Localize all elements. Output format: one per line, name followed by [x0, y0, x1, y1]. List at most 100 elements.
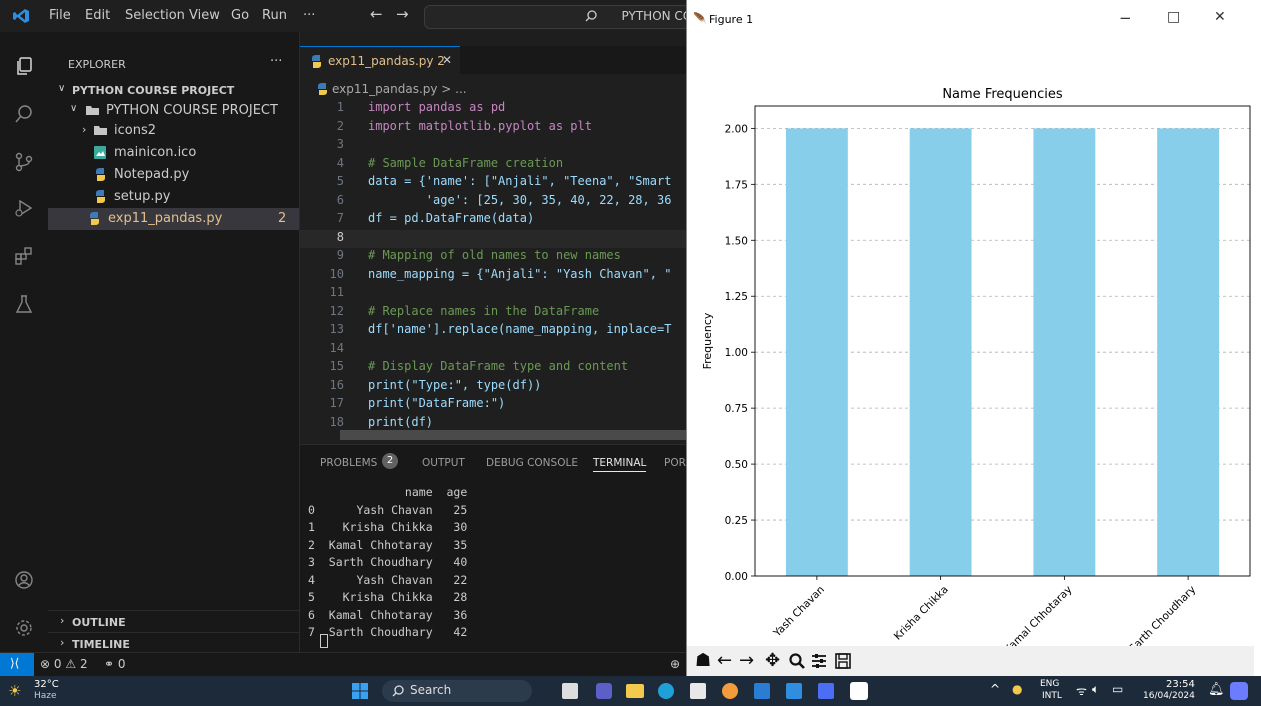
tab-terminal[interactable]: TERMINAL [593, 457, 647, 472]
tree-file-notepad[interactable]: Notepad.py [48, 164, 299, 186]
y-tick-label: 0.50 [725, 459, 748, 471]
chrome-icon[interactable] [722, 683, 738, 699]
tab-close-icon[interactable]: ✕ [442, 53, 452, 67]
home-icon[interactable]: ☗ [695, 650, 711, 671]
windows-start-icon[interactable] [352, 683, 368, 699]
accounts-icon[interactable] [14, 570, 34, 590]
command-center-search[interactable]: PYTHON COURS [424, 5, 726, 29]
volume-icon[interactable]: 🔈︎ [1092, 682, 1099, 697]
line-number: 17 [329, 396, 344, 410]
battery-icon[interactable]: ▭ [1112, 682, 1123, 696]
forward-icon[interactable]: → [739, 650, 754, 671]
edge-browser-icon[interactable] [658, 683, 674, 699]
code-text: # Mapping of old names to new names [368, 248, 621, 262]
wifi-icon[interactable]: ᯤ [1076, 682, 1087, 699]
code-text: # Sample DataFrame creation [368, 155, 564, 170]
code-line: 7 df = pd.DataFrame(data) [300, 211, 686, 230]
bar [785, 128, 848, 576]
weather-widget[interactable]: ☀ [8, 682, 30, 700]
line-number: 3 [336, 137, 344, 151]
chart-title: Name Frequencies [942, 87, 1063, 102]
horizontal-scrollbar[interactable] [340, 430, 686, 440]
extensions-icon[interactable] [14, 246, 34, 266]
tree-folder-icons2[interactable]: › icons2 [48, 120, 299, 142]
matplotlib-figure-window: 🪶 Figure 1 − □ ✕ Name Frequencies 0.00 0.2… [686, 0, 1261, 676]
forward-arrow-icon[interactable]: → [396, 5, 409, 23]
zoom-icon[interactable] [789, 653, 805, 669]
tab-ports[interactable]: POR [664, 457, 686, 469]
run-debug-icon[interactable] [14, 198, 34, 218]
code-line: 12 # Replace names in the DataFrame [300, 304, 686, 323]
tab-debug-console[interactable]: DEBUG CONSOLE [486, 457, 578, 469]
clock-date[interactable]: 16/04/2024 [1143, 691, 1195, 701]
python-file-icon [90, 212, 99, 225]
code-line: 11 [300, 285, 686, 304]
copilot-icon[interactable] [1230, 682, 1248, 700]
save-icon[interactable] [835, 653, 851, 669]
clock-time[interactable]: 23:54 [1166, 679, 1195, 690]
minimize-button[interactable]: − [1119, 9, 1132, 27]
language-layout[interactable]: INTL [1042, 691, 1062, 701]
word-icon[interactable] [754, 683, 770, 699]
task-view-icon[interactable] [562, 683, 578, 699]
problems-status[interactable]: ⊗ 0 ⚠ 2 [40, 657, 88, 671]
code-text: # Display DataFrame type and content [368, 359, 629, 373]
outline-section[interactable]: › OUTLINE [48, 610, 299, 633]
explorer-more-button[interactable]: ··· [270, 54, 282, 69]
bar [1033, 128, 1096, 576]
menu-edit[interactable]: Edit [85, 8, 110, 23]
zoom-icon[interactable]: ⊕ [670, 657, 680, 671]
store-icon[interactable] [690, 683, 706, 699]
menu-go[interactable]: Go [231, 8, 249, 23]
language-code[interactable]: ENG [1040, 679, 1059, 689]
tab-label: exp11_pandas.py 2 [328, 54, 445, 68]
pan-icon[interactable]: ✥ [765, 650, 780, 671]
search-icon[interactable] [14, 104, 34, 124]
menu-file[interactable]: File [49, 8, 71, 23]
teams-icon[interactable] [596, 683, 612, 699]
menu-more[interactable]: ··· [303, 8, 315, 23]
breadcrumb[interactable]: exp11_pandas.py > ... [332, 82, 467, 96]
maximize-button[interactable]: □ [1167, 9, 1180, 25]
weather-desc: Haze [34, 691, 57, 701]
close-button[interactable]: ✕ [1214, 9, 1226, 25]
vscode-taskbar-icon[interactable] [786, 683, 802, 699]
taskbar-search[interactable]: Search [382, 680, 532, 702]
explorer-files-icon[interactable] [14, 56, 34, 76]
settings-gear-icon[interactable] [14, 618, 34, 638]
ports-status[interactable]: ⚭ 0 [104, 657, 126, 671]
menu-selection[interactable]: Selection [125, 8, 185, 23]
code-editor[interactable]: exp11_pandas.py > ... 1 import pandas as … [300, 74, 686, 444]
bar-chart: Name Frequencies 0.00 0.25 0.50 0.75 1.00 1.25… [701, 87, 1251, 646]
workspace-root[interactable]: ∨ PYTHON COURSE PROJECT [48, 80, 299, 102]
chevron-up-icon[interactable]: ^ [990, 682, 1000, 696]
remote-indicator[interactable]: ⟩⟨ [0, 653, 34, 677]
terminal-line: 0 Yash Chavan 25 [308, 502, 468, 517]
tab-problems[interactable]: PROBLEMS [320, 457, 377, 469]
x-tick-label: Krisha Chikka [892, 584, 951, 643]
menu-run[interactable]: Run [262, 8, 287, 23]
menu-view[interactable]: View [189, 8, 220, 23]
source-control-icon[interactable] [14, 152, 34, 172]
testing-flask-icon[interactable] [14, 294, 34, 314]
tab-output[interactable]: OUTPUT [422, 457, 465, 469]
tray-app-icon[interactable]: ● [1012, 682, 1022, 696]
tab-exp11-pandas[interactable]: exp11_pandas.py 2 ✕ [300, 46, 460, 75]
code-text: print("Type:", type(df)) [368, 377, 542, 392]
back-icon[interactable]: ← [717, 650, 732, 671]
search-icon [392, 685, 404, 697]
matplotlib-taskbar-icon[interactable] [850, 682, 868, 700]
chevron-right-icon: › [60, 636, 65, 649]
notepad-icon[interactable] [818, 683, 834, 699]
tree-file-mainicon[interactable]: mainicon.ico [48, 142, 299, 164]
notification-bell-icon[interactable]: 🔔︎ [1208, 682, 1225, 697]
file-explorer-icon[interactable] [626, 684, 644, 698]
tree-file-exp11-pandas[interactable]: exp11_pandas.py 2 [48, 208, 299, 230]
figure-app-icon: 🪶 [693, 12, 707, 25]
back-arrow-icon[interactable]: ← [370, 5, 383, 23]
code-text: name_mapping = {"Anjali": "Yash Chavan",… [368, 266, 672, 281]
configure-subplots-icon[interactable] [811, 653, 827, 669]
tree-folder-python-course-project[interactable]: ∨ PYTHON COURSE PROJECT [48, 100, 299, 122]
tree-file-setup[interactable]: setup.py [48, 186, 299, 208]
y-axis-label: Frequency [701, 312, 714, 369]
